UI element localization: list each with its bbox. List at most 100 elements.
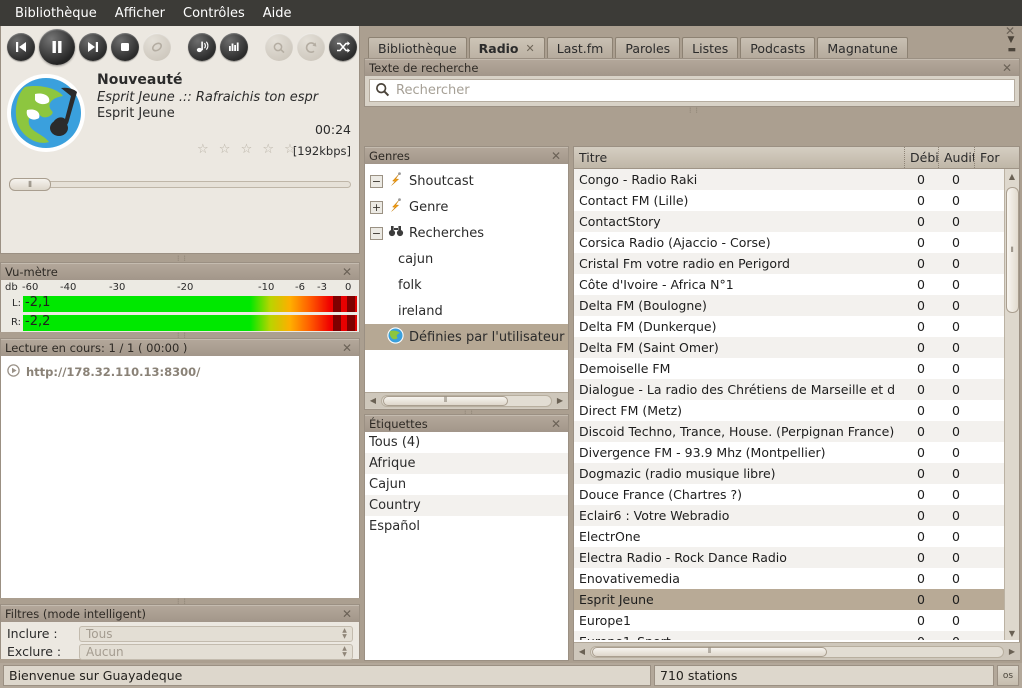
arrow-up-icon[interactable]: ▲ xyxy=(1009,169,1015,183)
genres-hscrollbar[interactable]: ◀ ⦀ ▶ xyxy=(365,392,568,408)
filter-include-combo[interactable]: Tous ▲▼ xyxy=(79,626,353,642)
table-row[interactable]: Congo - Radio Raki00 xyxy=(574,169,1019,190)
table-row[interactable]: Europe100 xyxy=(574,610,1019,631)
tab-list-menu-icon[interactable]: ▼▬ xyxy=(1007,35,1016,55)
resize-grip-icon[interactable]: os xyxy=(997,665,1019,686)
tab-radio[interactable]: Radio✕ xyxy=(469,37,545,58)
table-row[interactable]: Eclair6 : Votre Webradio00 xyxy=(574,505,1019,526)
menu-item-aide[interactable]: Aide xyxy=(254,3,301,24)
list-item[interactable]: Tous (4) xyxy=(365,432,568,453)
tab-podcasts[interactable]: Podcasts xyxy=(740,37,815,58)
genres-tree[interactable]: − Shoutcast + Genre − Recherches xyxy=(365,164,568,392)
equalizer-button[interactable] xyxy=(220,33,248,61)
tree-node-shoutcast[interactable]: − Shoutcast xyxy=(365,168,568,194)
close-icon[interactable]: ✕ xyxy=(526,42,535,55)
menu-item-afficher[interactable]: Afficher xyxy=(106,3,174,24)
table-row[interactable]: ContactStory00 xyxy=(574,211,1019,232)
tree-node-user-defined[interactable]: Définies par l'utilisateur xyxy=(365,324,568,350)
tree-node-ireland[interactable]: ireland xyxy=(365,298,568,324)
seek-thumb[interactable]: ⦀ xyxy=(9,178,51,191)
stop-button[interactable] xyxy=(111,33,139,61)
splitter-search-body[interactable] xyxy=(364,107,1020,113)
tags-list[interactable]: Tous (4) Afrique Cajun Country Español xyxy=(365,432,568,660)
arrow-down-icon[interactable]: ▼ xyxy=(1009,626,1015,640)
tab-lastfm[interactable]: Last.fm xyxy=(547,37,614,58)
table-row[interactable]: Corsica Radio (Ajaccio - Corse)00 xyxy=(574,232,1019,253)
stations-vscrollbar[interactable]: ▲ ⦀ ▼ xyxy=(1004,169,1019,640)
table-row[interactable]: Delta FM (Boulogne)00 xyxy=(574,295,1019,316)
hscroll-track[interactable]: ⦀ xyxy=(590,646,1004,658)
stations-hscrollbar[interactable]: ◀ ⦀ ▶ xyxy=(574,642,1020,660)
chevron-updown-icon[interactable]: ▲▼ xyxy=(339,627,350,641)
vscroll-thumb[interactable]: ⦀ xyxy=(1006,187,1019,313)
table-row[interactable]: Dialogue - La radio des Chrétiens de Mar… xyxy=(574,379,1019,400)
table-row[interactable]: Demoiselle FM00 xyxy=(574,358,1019,379)
shuffle-button[interactable] xyxy=(329,33,357,61)
arrow-left-icon[interactable]: ◀ xyxy=(367,396,379,405)
seek-slider[interactable]: ⦀ xyxy=(9,178,351,190)
table-row[interactable]: Delta FM (Saint Omer)00 xyxy=(574,337,1019,358)
collapse-icon[interactable]: − xyxy=(370,227,383,240)
list-item[interactable]: Country xyxy=(365,495,568,516)
menu-item-bibliotheque[interactable]: Bibliothèque xyxy=(6,3,106,24)
table-row[interactable]: Discoid Techno, Trance, House. (Perpigna… xyxy=(574,421,1019,442)
close-icon[interactable]: ✕ xyxy=(548,417,564,431)
hscroll-thumb[interactable]: ⦀ xyxy=(383,396,508,406)
table-row[interactable]: ElectrOne00 xyxy=(574,526,1019,547)
column-header-auditeurs[interactable]: Audite xyxy=(938,147,974,168)
menu-item-controles[interactable]: Contrôles xyxy=(174,3,254,24)
splitter-player-vu[interactable] xyxy=(0,255,360,261)
table-row-selected[interactable]: Esprit Jeune00 xyxy=(574,589,1019,610)
collapse-icon[interactable]: − xyxy=(370,175,383,188)
stations-rows[interactable]: Congo - Radio Raki00 Contact FM (Lille)0… xyxy=(574,169,1019,640)
search-input[interactable]: Rechercher xyxy=(369,79,1015,102)
arrow-right-icon[interactable]: ▶ xyxy=(554,396,566,405)
close-icon[interactable]: ✕ xyxy=(339,265,355,279)
tree-node-folk[interactable]: folk xyxy=(365,272,568,298)
close-icon[interactable]: ✕ xyxy=(548,149,564,163)
table-row[interactable]: Electra Radio - Rock Dance Radio00 xyxy=(574,547,1019,568)
table-row[interactable]: Douce France (Chartres ?)00 xyxy=(574,484,1019,505)
tab-paroles[interactable]: Paroles xyxy=(615,37,680,58)
table-row[interactable]: Direct FM (Metz)00 xyxy=(574,400,1019,421)
table-row[interactable]: Dogmazic (radio musique libre)00 xyxy=(574,463,1019,484)
hscroll-track[interactable]: ⦀ xyxy=(381,395,552,407)
hscroll-thumb[interactable]: ⦀ xyxy=(592,647,827,657)
tab-listes[interactable]: Listes xyxy=(682,37,738,58)
tab-bibliotheque[interactable]: Bibliothèque xyxy=(368,37,467,58)
table-row[interactable]: Delta FM (Dunkerque)00 xyxy=(574,316,1019,337)
table-row[interactable]: Divergence FM - 93.9 Mhz (Montpellier)00 xyxy=(574,442,1019,463)
table-row[interactable]: Contact FM (Lille)00 xyxy=(574,190,1019,211)
next-button[interactable] xyxy=(79,33,107,61)
vscroll-track[interactable]: ⦀ xyxy=(1006,183,1019,626)
column-header-titre[interactable]: Titre xyxy=(574,147,904,168)
chevron-updown-icon[interactable]: ▲▼ xyxy=(339,645,350,659)
arrow-left-icon[interactable]: ◀ xyxy=(576,647,588,656)
rating-stars[interactable]: ☆ ☆ ☆ ☆ ☆ xyxy=(197,142,299,157)
play-pause-button[interactable] xyxy=(39,29,75,65)
table-row[interactable]: Cristal Fm votre radio en Perigord00 xyxy=(574,253,1019,274)
table-row[interactable]: Côte d'Ivoire - Africa N°100 xyxy=(574,274,1019,295)
tree-node-genre[interactable]: + Genre xyxy=(365,194,568,220)
column-header-debit[interactable]: Débi xyxy=(904,147,938,168)
tree-node-cajun[interactable]: cajun xyxy=(365,246,568,272)
station-title: ElectrOne xyxy=(574,529,904,544)
column-header-format[interactable]: For xyxy=(974,147,1005,168)
previous-button[interactable] xyxy=(7,33,35,61)
list-item[interactable]: Cajun xyxy=(365,474,568,495)
table-row[interactable]: Europe1_Sport00 xyxy=(574,631,1019,640)
close-icon[interactable]: ✕ xyxy=(339,341,355,355)
tab-magnatune[interactable]: Magnatune xyxy=(817,37,907,58)
list-item[interactable]: http://178.32.110.13:8300/ xyxy=(7,364,353,380)
close-icon[interactable]: ✕ xyxy=(999,61,1015,75)
filter-exclude-combo[interactable]: Aucun ▲▼ xyxy=(79,644,353,660)
list-item[interactable]: Afrique xyxy=(365,453,568,474)
table-row[interactable]: Enovativemedia00 xyxy=(574,568,1019,589)
list-item[interactable]: Español xyxy=(365,516,568,537)
volume-button[interactable] xyxy=(188,33,216,61)
close-icon[interactable]: ✕ xyxy=(339,607,355,621)
playlist-body[interactable]: http://178.32.110.13:8300/ xyxy=(1,356,359,600)
arrow-right-icon[interactable]: ▶ xyxy=(1006,647,1018,656)
expand-icon[interactable]: + xyxy=(370,201,383,214)
tree-node-recherches[interactable]: − Recherches xyxy=(365,220,568,246)
